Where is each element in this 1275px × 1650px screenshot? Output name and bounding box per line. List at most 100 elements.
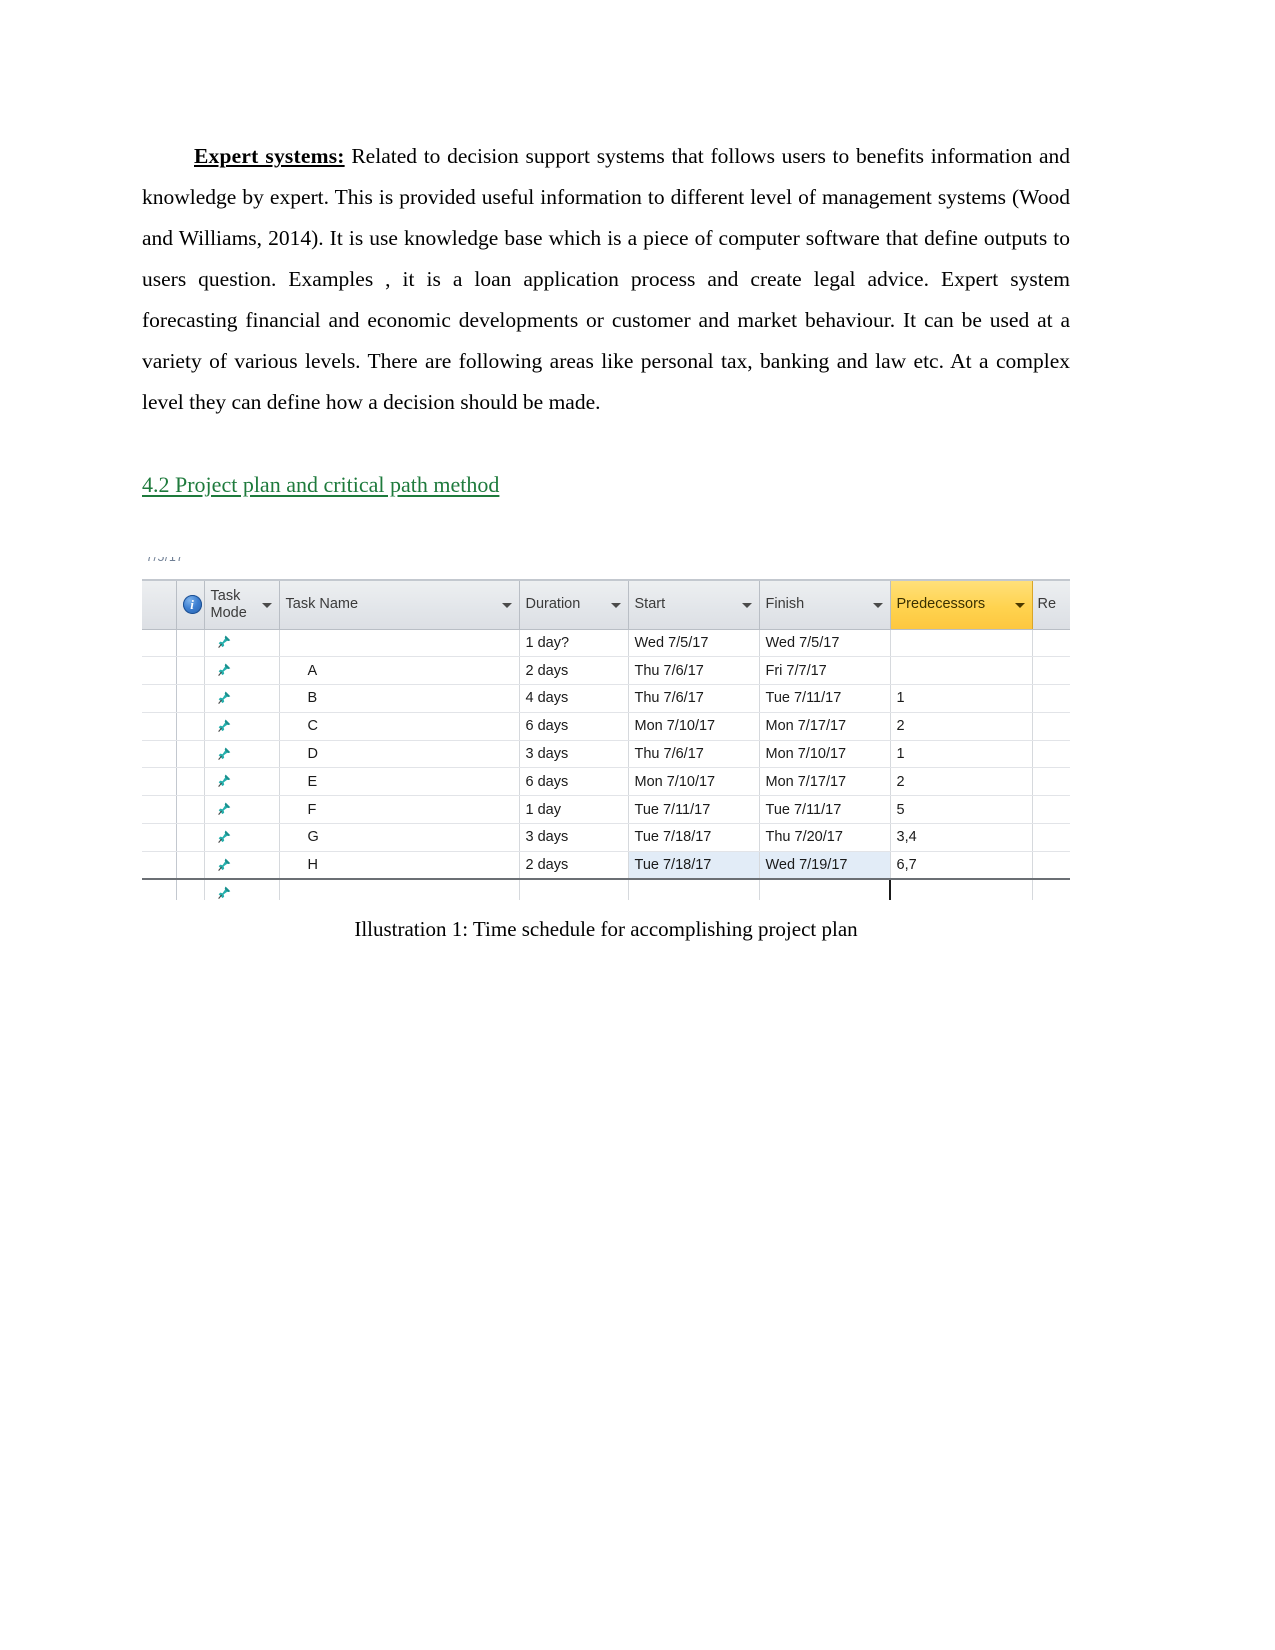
duration-cell[interactable]: 6 days [519, 712, 629, 741]
row-select-cell[interactable] [142, 684, 177, 713]
finish-cell[interactable]: Wed 7/19/17 [759, 851, 891, 880]
task-name-header[interactable]: Task Name [279, 581, 520, 630]
task-mode-cell[interactable] [204, 878, 280, 900]
duration-cell[interactable]: 3 days [519, 823, 629, 852]
task-name-cell[interactable]: A [279, 656, 520, 686]
duration-cell[interactable]: 2 days [519, 851, 629, 880]
start-cell[interactable]: Tue 7/18/17 [628, 851, 760, 880]
predecessors-cell[interactable]: 6,7 [890, 851, 1033, 880]
table-row[interactable]: 1 day? Wed 7/5/17 Wed 7/5/17 [142, 629, 1070, 658]
predecessors-cell[interactable] [890, 629, 1033, 658]
table-row[interactable]: E6 days Mon 7/10/17 Mon 7/17/17 2 [142, 767, 1070, 797]
task-name-cell[interactable] [279, 878, 520, 900]
predecessors-cell[interactable]: 5 [890, 795, 1033, 825]
row-indicator-cell[interactable] [176, 851, 205, 880]
predecessors-cell[interactable]: 3,4 [890, 823, 1033, 852]
predecessors-cell[interactable]: 2 [890, 712, 1033, 741]
row-indicator-cell[interactable] [176, 684, 205, 713]
task-mode-cell[interactable] [204, 767, 280, 797]
table-row[interactable]: F1 day Tue 7/11/17 Tue 7/11/17 5 [142, 795, 1070, 825]
task-name-cell[interactable]: E [279, 767, 520, 797]
task-name-cell[interactable] [279, 629, 520, 658]
row-indicator-cell[interactable] [176, 823, 205, 852]
finish-cell[interactable]: Mon 7/17/17 [759, 767, 891, 797]
chevron-down-icon[interactable] [501, 602, 512, 608]
duration-cell[interactable] [519, 878, 629, 900]
chevron-down-icon[interactable] [610, 602, 621, 608]
table-row[interactable]: D3 days Thu 7/6/17 Mon 7/10/17 1 [142, 740, 1070, 769]
resource-names-cell[interactable] [1032, 712, 1070, 741]
select-all-header[interactable] [142, 581, 177, 630]
finish-cell[interactable]: Thu 7/20/17 [759, 823, 891, 852]
predecessors-cell[interactable]: 1 [890, 684, 1033, 713]
chevron-down-icon[interactable] [872, 602, 883, 608]
duration-cell[interactable]: 2 days [519, 656, 629, 686]
chevron-down-icon[interactable] [261, 602, 272, 608]
duration-cell[interactable]: 3 days [519, 740, 629, 769]
row-select-cell[interactable] [142, 878, 177, 900]
task-mode-cell[interactable] [204, 823, 280, 852]
indicators-header[interactable]: i [176, 581, 205, 630]
start-cell[interactable]: Tue 7/18/17 [628, 823, 760, 852]
row-indicator-cell[interactable] [176, 795, 205, 825]
resource-names-cell[interactable] [1032, 795, 1070, 825]
finish-cell[interactable]: Fri 7/7/17 [759, 656, 891, 686]
row-select-cell[interactable] [142, 823, 177, 852]
resource-names-cell[interactable] [1032, 629, 1070, 658]
finish-cell[interactable]: Mon 7/17/17 [759, 712, 891, 741]
row-select-cell[interactable] [142, 767, 177, 797]
finish-cell[interactable]: Tue 7/11/17 [759, 795, 891, 825]
start-cell[interactable]: Wed 7/5/17 [628, 629, 760, 658]
resource-names-cell[interactable] [1032, 656, 1070, 686]
row-indicator-cell[interactable] [176, 740, 205, 769]
task-name-cell[interactable]: B [279, 684, 520, 713]
finish-cell[interactable] [759, 878, 891, 900]
resource-names-cell[interactable] [1032, 740, 1070, 769]
duration-cell[interactable]: 4 days [519, 684, 629, 713]
resource-names-cell[interactable] [1032, 823, 1070, 852]
duration-header[interactable]: Duration [519, 581, 629, 630]
table-row[interactable] [142, 878, 1070, 900]
duration-cell[interactable]: 1 day [519, 795, 629, 825]
start-cell[interactable]: Thu 7/6/17 [628, 656, 760, 686]
predecessors-cell[interactable]: 1 [890, 740, 1033, 769]
row-indicator-cell[interactable] [176, 712, 205, 741]
start-cell[interactable]: Tue 7/11/17 [628, 795, 760, 825]
task-mode-cell[interactable] [204, 795, 280, 825]
resource-names-cell[interactable] [1032, 767, 1070, 797]
resource-names-cell[interactable] [1032, 684, 1070, 713]
task-mode-cell[interactable] [204, 740, 280, 769]
row-select-cell[interactable] [142, 851, 177, 880]
task-name-cell[interactable]: D [279, 740, 520, 769]
row-select-cell[interactable] [142, 795, 177, 825]
predecessors-cell[interactable] [889, 878, 1033, 900]
row-select-cell[interactable] [142, 712, 177, 741]
finish-cell[interactable]: Tue 7/11/17 [759, 684, 891, 713]
table-row[interactable]: G3 days Tue 7/18/17 Thu 7/20/17 3,4 [142, 823, 1070, 852]
task-mode-cell[interactable] [204, 851, 280, 880]
table-row[interactable]: C6 days Mon 7/10/17 Mon 7/17/17 2 [142, 712, 1070, 741]
task-name-cell[interactable]: C [279, 712, 520, 741]
task-mode-cell[interactable] [204, 629, 280, 658]
start-cell[interactable] [628, 878, 760, 900]
start-header[interactable]: Start [628, 581, 760, 630]
predecessors-cell[interactable]: 2 [890, 767, 1033, 797]
section-heading-4-2[interactable]: 4.2 Project plan and critical path metho… [142, 470, 499, 500]
row-indicator-cell[interactable] [176, 629, 205, 658]
start-cell[interactable]: Mon 7/10/17 [628, 712, 760, 741]
finish-header[interactable]: Finish [759, 581, 891, 630]
duration-cell[interactable]: 6 days [519, 767, 629, 797]
start-cell[interactable]: Mon 7/10/17 [628, 767, 760, 797]
finish-cell[interactable]: Wed 7/5/17 [759, 629, 891, 658]
table-row[interactable]: B4 days Thu 7/6/17 Tue 7/11/17 1 [142, 684, 1070, 713]
row-select-cell[interactable] [142, 740, 177, 769]
row-indicator-cell[interactable] [176, 767, 205, 797]
resource-names-header[interactable]: Re [1032, 581, 1070, 630]
predecessors-cell[interactable] [890, 656, 1033, 686]
chevron-down-icon[interactable] [741, 602, 752, 608]
task-name-cell[interactable]: G [279, 823, 520, 852]
resource-names-cell[interactable] [1032, 878, 1070, 900]
start-cell[interactable]: Thu 7/6/17 [628, 684, 760, 713]
finish-cell[interactable]: Mon 7/10/17 [759, 740, 891, 769]
chevron-down-icon[interactable] [1014, 602, 1025, 608]
